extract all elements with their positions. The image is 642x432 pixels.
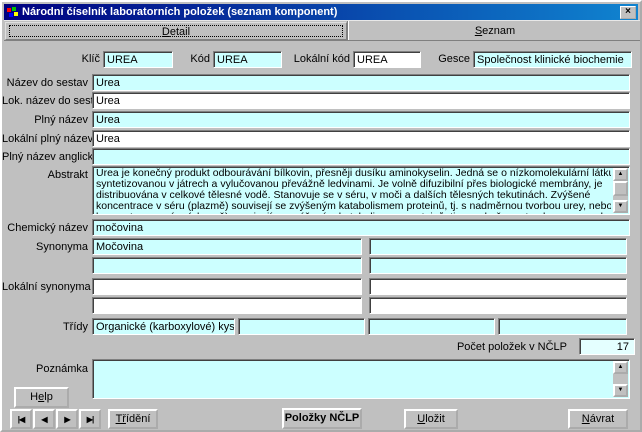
tridy-field-2[interactable] (238, 318, 365, 335)
help-button[interactable]: Help (14, 387, 69, 408)
lokalni-plny-nazev-label: Lokální plný název (2, 132, 88, 147)
scroll-up-icon[interactable]: ▲ (613, 361, 628, 374)
close-icon[interactable]: × (620, 6, 636, 19)
lokalni-synonyma-field-4[interactable] (369, 297, 627, 314)
synonyma-field-4[interactable] (369, 257, 627, 274)
nav-first-icon[interactable]: |◀ (10, 409, 32, 429)
lokalni-synonyma-field-1[interactable] (92, 278, 362, 295)
tridy-field-1[interactable]: Organické (karboxylové) kys (92, 318, 235, 335)
synonyma-field-1[interactable]: Močovina (92, 238, 362, 255)
tridy-field-4[interactable] (498, 318, 627, 335)
kod-label: Kód (172, 52, 210, 67)
pocet-polozek-label: Počet položek v NČLP (402, 340, 567, 355)
tridy-label: Třídy (2, 320, 88, 335)
scroll-down-icon[interactable]: ▼ (613, 384, 628, 397)
scroll-up-icon[interactable]: ▲ (613, 168, 628, 181)
poznamka-label: Poznámka (2, 362, 88, 377)
klic-label: Klíč (30, 52, 100, 67)
polozky-nclp-button[interactable]: Položky NČLP (282, 408, 362, 429)
lokalni-synonyma-field-3[interactable] (92, 297, 362, 314)
scrollbar-thumb[interactable] (613, 181, 628, 196)
lokalni-kod-field[interactable]: UREA (353, 51, 421, 68)
tab-strip: Detail Seznam (4, 20, 642, 41)
poznamka-scrollbar[interactable]: ▲ ▼ (613, 361, 628, 397)
plny-nazev-field[interactable]: Urea (92, 111, 630, 128)
tab-divider (347, 21, 349, 40)
nav-last-icon[interactable]: ▶| (79, 409, 101, 429)
window-title: Národní číselník laboratorních položek (… (22, 6, 620, 18)
nav-next-icon[interactable]: ▶ (56, 409, 78, 429)
poznamka-field[interactable]: ▲ ▼ (92, 359, 630, 399)
scroll-down-icon[interactable]: ▼ (613, 200, 628, 213)
lokalni-kod-label: Lokální kód (270, 52, 350, 67)
plny-nazev-anglicky-field[interactable] (92, 148, 630, 165)
lok-nazev-do-sestav-field[interactable]: Urea (92, 92, 630, 109)
plny-nazev-label: Plný název (2, 113, 88, 128)
chemicky-nazev-label: Chemický název (2, 221, 88, 236)
nazev-do-sestav-field[interactable]: Urea (92, 74, 630, 91)
navrat-button[interactable]: Návrat (568, 409, 628, 429)
lok-nazev-do-sestav-label: Lok. název do sestav (2, 94, 88, 109)
ulozit-button[interactable]: Uložit (404, 409, 458, 429)
focus-rect (9, 25, 343, 37)
lokalni-synonyma-field-2[interactable] (369, 278, 627, 295)
abstrakt-field[interactable]: Urea je konečný produkt odbourávání bílk… (92, 166, 630, 215)
pocet-polozek-field: 17 (579, 338, 635, 355)
chemicky-nazev-field[interactable]: močovina (92, 219, 630, 236)
klic-field[interactable]: UREA (103, 51, 173, 68)
abstrakt-label: Abstrakt (2, 168, 88, 183)
plny-nazev-anglicky-label: Plný název anglicky (2, 150, 88, 165)
synonyma-field-2[interactable] (369, 238, 627, 255)
tab-detail[interactable]: Detail (5, 22, 347, 40)
app-icon (6, 6, 19, 19)
dialog-window: Národní číselník laboratorních položek (… (0, 0, 642, 432)
abstrakt-scrollbar[interactable]: ▲ ▼ (613, 168, 628, 213)
nazev-do-sestav-label: Název do sestav (2, 76, 88, 91)
synonyma-label: Synonyma (2, 240, 88, 255)
lokalni-plny-nazev-field[interactable]: Urea (92, 130, 630, 147)
tab-seznam[interactable]: Seznam (350, 22, 640, 40)
lokalni-synonyma-label: Lokální synonyma (2, 280, 88, 295)
synonyma-field-3[interactable] (92, 257, 362, 274)
gesce-label: Gesce (425, 52, 470, 67)
nav-prev-icon[interactable]: ◀ (33, 409, 55, 429)
trideni-button[interactable]: Třídění (108, 409, 158, 429)
titlebar[interactable]: Národní číselník laboratorních položek (… (4, 4, 638, 20)
gesce-field[interactable]: Společnost klinické biochemie (473, 51, 632, 68)
tridy-field-3[interactable] (368, 318, 495, 335)
